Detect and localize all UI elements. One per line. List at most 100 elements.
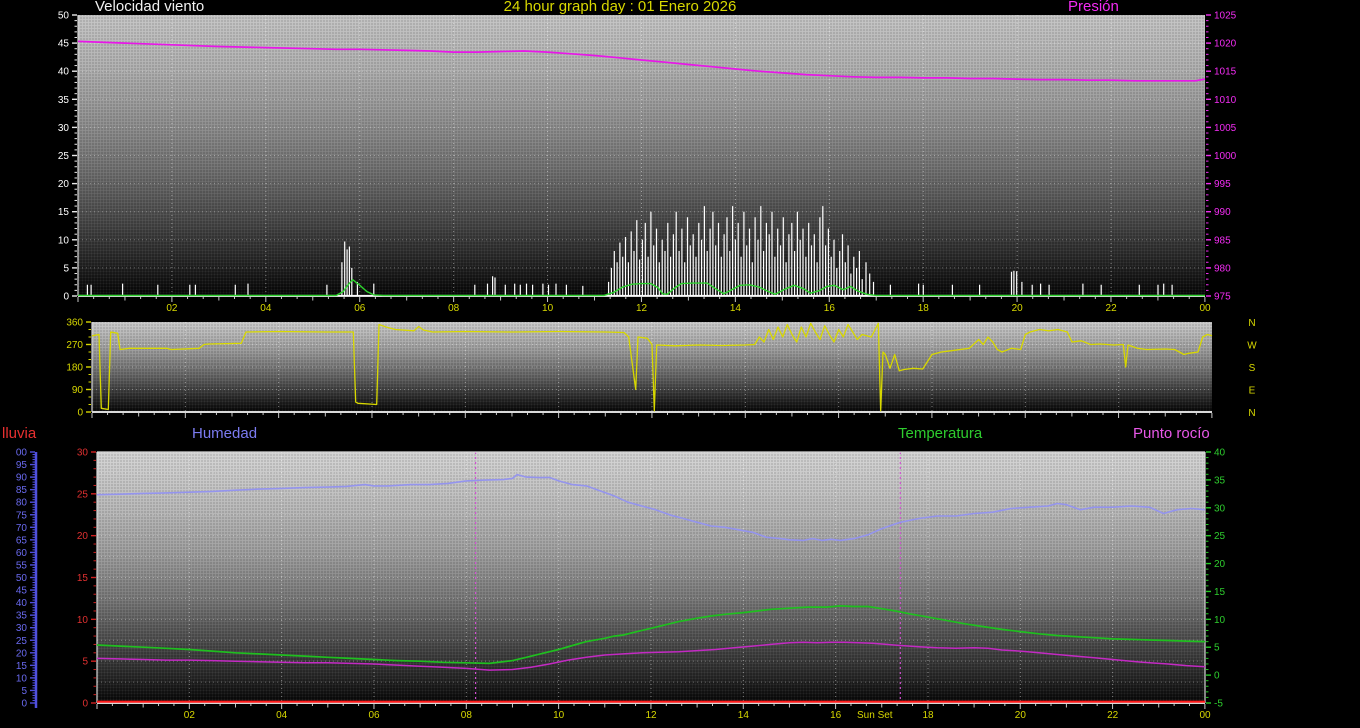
humidity-tick-label: 10 — [16, 673, 28, 684]
compass-letter: N — [1248, 318, 1255, 329]
speed-tick-label: 5 — [63, 263, 69, 274]
rain-label: lluvia — [2, 425, 36, 442]
speed-tick-label: 45 — [58, 39, 70, 50]
humidity-tick-label: 80 — [16, 498, 28, 509]
humidity-tick-label: 30 — [16, 623, 28, 634]
dew-point-label: Punto rocío — [1133, 425, 1210, 442]
temperature-series — [97, 606, 1205, 664]
humidity-tick-label: 50 — [16, 573, 28, 584]
temperature-tick-label: 30 — [1214, 503, 1226, 514]
pressure-tick-label: 1025 — [1214, 11, 1237, 22]
x-axis-label: 04 — [276, 710, 288, 721]
humidity-tick-label: 55 — [16, 560, 28, 571]
dir-tick-label: 0 — [77, 408, 83, 419]
temperature-tick-label: 20 — [1214, 559, 1226, 570]
x-axis-label: 14 — [730, 303, 742, 314]
rain-tick-label: 20 — [77, 531, 89, 542]
compass-letter: W — [1247, 341, 1257, 352]
x-axis-label: 16 — [830, 710, 842, 721]
x-axis-label: 00 — [1199, 710, 1211, 721]
pressure-tick-label: 990 — [1214, 207, 1231, 218]
temperature-tick-label: 15 — [1214, 587, 1226, 598]
x-axis-label: 14 — [738, 710, 750, 721]
x-axis-label: 00 — [1199, 303, 1211, 314]
x-axis-label: 02 — [166, 303, 178, 314]
speed-tick-label: 25 — [58, 151, 70, 162]
x-axis-label: 20 — [1015, 710, 1027, 721]
humidity-tick-label: 00 — [16, 448, 28, 459]
pressure-tick-label: 1015 — [1214, 67, 1237, 78]
x-axis-label: 12 — [636, 303, 648, 314]
temperature-tick-label: 5 — [1214, 643, 1220, 654]
speed-tick-label: 30 — [58, 123, 70, 134]
humidity-tick-label: 85 — [16, 485, 28, 496]
speed-tick-label: 15 — [58, 207, 70, 218]
humidity-tick-label: 25 — [16, 636, 28, 647]
humidity-tick-label: 70 — [16, 523, 28, 534]
compass-letter: S — [1249, 363, 1256, 374]
x-axis-label: 22 — [1107, 710, 1119, 721]
humidity-tick-label: 20 — [16, 648, 28, 659]
dir-tick-label: 270 — [66, 340, 83, 351]
humidity-tick-label: 45 — [16, 586, 28, 597]
x-axis-label: 12 — [645, 710, 657, 721]
speed-tick-label: 20 — [58, 179, 70, 190]
x-axis-label: 22 — [1106, 303, 1118, 314]
pressure-tick-label: 975 — [1214, 292, 1231, 303]
x-axis-label: 18 — [922, 710, 934, 721]
rain-tick-label: 5 — [82, 657, 88, 668]
pressure-tick-label: 1005 — [1214, 123, 1237, 134]
pressure-tick-label: 995 — [1214, 179, 1231, 190]
speed-tick-label: 40 — [58, 67, 70, 78]
x-axis-label: 08 — [448, 303, 460, 314]
speed-tick-label: 0 — [63, 292, 69, 303]
x-axis-label: 20 — [1012, 303, 1024, 314]
x-axis-label: Sun Set — [857, 710, 893, 721]
rain-tick-label: 10 — [77, 615, 89, 626]
temperature-tick-label: 25 — [1214, 531, 1226, 542]
temperature-tick-label: 0 — [1214, 671, 1220, 682]
hum_temp-svg: 0510152025303540455055606570758085909500… — [97, 452, 1205, 703]
x-axis-label: 02 — [184, 710, 196, 721]
rain-tick-label: 15 — [77, 573, 89, 584]
x-axis-label: 08 — [461, 710, 473, 721]
dir-tick-label: 360 — [66, 318, 83, 329]
wind-direction-chart: 090180270360NWSEN — [92, 322, 1212, 412]
pressure-tick-label: 1010 — [1214, 95, 1237, 106]
temperature-tick-label: 10 — [1214, 615, 1226, 626]
pressure-tick-label: 980 — [1214, 263, 1231, 274]
temperature-tick-label: 40 — [1214, 448, 1226, 459]
compass-letter: E — [1249, 386, 1256, 397]
humidity-tick-label: 35 — [16, 611, 28, 622]
dir-tick-label: 90 — [72, 385, 84, 396]
humidity-tick-label: 15 — [16, 661, 28, 672]
rain-tick-label: 25 — [77, 489, 89, 500]
graph-date-title: 24 hour graph day : 01 Enero 2026 — [455, 0, 785, 15]
pressure-tick-label: 985 — [1214, 235, 1231, 246]
x-axis-label: 18 — [918, 303, 930, 314]
rain-tick-label: 0 — [82, 699, 88, 710]
pressure-tick-label: 1020 — [1214, 39, 1237, 50]
x-axis-label: 06 — [354, 303, 366, 314]
direction-svg: 090180270360NWSEN — [92, 322, 1212, 412]
pressure-title: Presión — [1068, 0, 1119, 15]
speed-tick-label: 10 — [58, 235, 70, 246]
humidity-temperature-chart: 0510152025303540455055606570758085909500… — [97, 452, 1205, 703]
speed-tick-label: 35 — [58, 95, 70, 106]
speed-tick-label: 50 — [58, 11, 70, 22]
x-axis-label: 10 — [553, 710, 565, 721]
humidity-tick-label: 95 — [16, 460, 28, 471]
wind-gust-series — [87, 206, 1172, 296]
x-axis-label: 10 — [542, 303, 554, 314]
humidity-tick-label: 40 — [16, 598, 28, 609]
humidity-tick-label: 75 — [16, 510, 28, 521]
wind-pressure-chart: 0510152025303540455097598098599099510001… — [78, 15, 1205, 296]
wind-speed-title: Velocidad viento — [95, 0, 204, 15]
temperature-tick-label: -5 — [1214, 699, 1223, 710]
humidity-tick-label: 60 — [16, 548, 28, 559]
temperature-tick-label: 35 — [1214, 475, 1226, 486]
dir-tick-label: 180 — [66, 363, 83, 374]
humidity-tick-label: 65 — [16, 535, 28, 546]
x-axis-label: 04 — [260, 303, 272, 314]
rain-tick-label: 30 — [77, 448, 89, 459]
